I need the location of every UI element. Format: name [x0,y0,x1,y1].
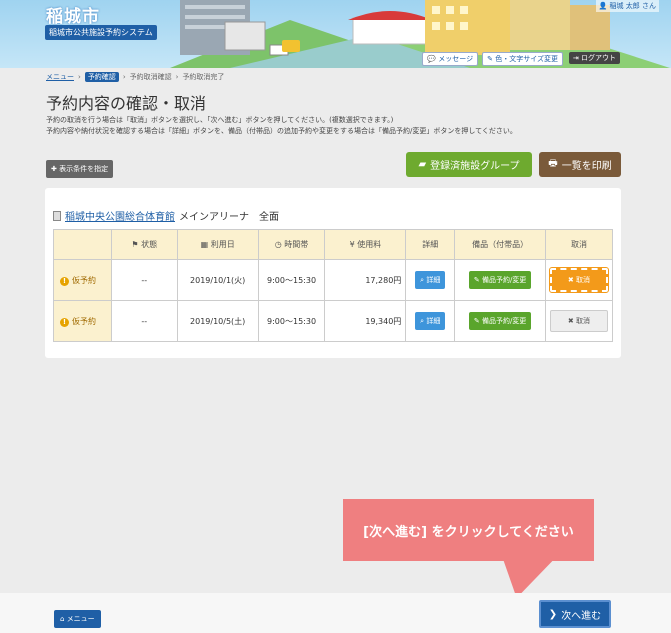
facility-heading: 稲城中央公園総合体育館 メインアリーナ 全面 [53,208,279,223]
flag-icon: ⚑ [131,240,139,249]
reservation-panel: 稲城中央公園総合体育館 メインアリーナ 全面 ⚑ 状態 ▦ 利用日 ◷ 時間帯 … [45,188,621,358]
chevron-right-icon: › [122,73,126,81]
table-header-row: ⚑ 状態 ▦ 利用日 ◷ 時間帯 ¥ 使用料 詳細 備品（付帯品） 取消 [53,229,614,260]
logout-button[interactable]: ⇥ ログアウト [568,52,620,64]
header: 稲城市 稲城市公共施設予約システム 👤 稲城 太郎 さん 💬 メッセージ ✎ 色… [0,0,671,68]
header-time: ◷ 時間帯 [257,229,326,260]
print-list-button[interactable]: 🖶 一覧を印刷 [539,152,621,177]
table-row: ! 仮予約 -- 2019/10/1(火) 9:00～15:30 17,280円 … [53,259,614,301]
cancel-cell: ✖ 取消 [544,259,614,301]
system-name: 稲城市公共施設予約システム [45,25,157,40]
header-date: ▦ 利用日 [176,229,259,260]
folder-icon: ▰ [418,159,427,170]
status-cell: -- [110,300,178,342]
breadcrumb-step: 予約取消確認 [129,73,172,81]
breadcrumb: メニュー › 予約確認 › 予約取消確認 › 予約取消完了 [46,72,224,82]
chevron-right-icon: ❯ [548,608,558,620]
date-cell: 2019/10/1(火) [176,259,259,301]
breadcrumb-current: 予約確認 [84,72,119,82]
cancel-toggle-button[interactable]: ✖ 取消 [548,267,609,293]
search-icon: ⌕ [420,276,425,284]
equipment-cell: ✎ 備品予約/変更 [454,259,546,301]
header-type [53,229,112,260]
facility-group-button[interactable]: ▰ 登録済施設グループ [406,152,532,177]
message-button[interactable]: 💬 メッセージ [422,52,479,66]
detail-cell: ⌕ 詳細 [405,259,456,301]
yen-icon: ¥ [349,240,355,249]
date-cell: 2019/10/5(土) [176,300,259,342]
table-row: ! 仮予約 -- 2019/10/5(土) 9:00～15:30 19,340円 … [53,300,614,342]
header-cancel: 取消 [544,229,614,260]
cancel-toggle-button[interactable]: ✖ 取消 [549,310,608,332]
user-name: 👤 稲城 太郎 さん [595,0,659,12]
reservation-type: ! 仮予約 [53,259,112,301]
warning-icon: ! [60,276,69,286]
time-cell: 9:00～15:30 [257,300,326,342]
reservation-type: ! 仮予約 [53,300,112,342]
building-icon [53,210,61,221]
calendar-icon: ▦ [200,240,209,249]
header-actions: 💬 メッセージ ✎ 色・文字サイズ変更 [422,52,563,66]
detail-button[interactable]: ⌕ 詳細 [415,312,446,330]
logout-wrapper: ⇥ ログアウト [568,52,620,64]
pencil-icon: ✎ [473,276,480,284]
chevron-right-icon: › [175,73,179,81]
page-title: 予約内容の確認・取消 [46,94,207,113]
menu-button[interactable]: ⌂ メニュー [54,610,101,628]
color-text-size-button[interactable]: ✎ 色・文字サイズ変更 [482,52,563,66]
breadcrumb-step: 予約取消完了 [182,73,225,81]
city-name: 稲城市 [46,7,100,27]
equipment-button[interactable]: ✎ 備品予約/変更 [468,312,532,330]
user-icon: 👤 [598,2,608,10]
close-icon: ✖ [567,276,574,284]
instruction-callout: [次へ進む] をクリックしてください [343,499,594,561]
pencil-icon: ✎ [487,55,493,63]
detail-cell: ⌕ 詳細 [405,300,456,342]
close-icon: ✖ [567,317,574,325]
header-equipment: 備品（付帯品） [454,229,546,260]
fee-cell: 17,280円 [324,259,407,301]
equipment-button[interactable]: ✎ 備品予約/変更 [468,271,532,289]
cancel-cell: ✖ 取消 [544,300,614,342]
status-cell: -- [110,259,178,301]
chat-icon: 💬 [427,55,436,63]
warning-icon: ! [60,317,69,327]
header-fee: ¥ 使用料 [324,229,407,260]
pencil-icon: ✎ [473,317,480,325]
next-button[interactable]: ❯ 次へ進む [539,600,611,628]
logout-icon: ⇥ [572,54,579,62]
page-description: 予約の取消を行う場合は「取消」ボタンを選択し、「次へ進む」ボタンを押してください… [46,116,517,135]
breadcrumb-menu[interactable]: メニュー [46,72,74,82]
chevron-right-icon: › [78,73,81,81]
reservation-table: ⚑ 状態 ▦ 利用日 ◷ 時間帯 ¥ 使用料 詳細 備品（付帯品） 取消 ! 仮予… [53,229,614,342]
facility-name[interactable]: 稲城中央公園総合体育館 [65,208,175,223]
search-icon: ⌕ [420,317,425,325]
header-detail: 詳細 [405,229,456,260]
header-status: ⚑ 状態 [110,229,178,260]
home-icon: ⌂ [60,615,65,623]
clock-icon: ◷ [274,240,282,249]
facility-room: メインアリーナ 全面 [179,212,279,223]
fee-cell: 19,340円 [324,300,407,342]
printer-icon: 🖶 [548,158,558,169]
detail-button[interactable]: ⌕ 詳細 [415,271,446,289]
equipment-cell: ✎ 備品予約/変更 [454,300,546,342]
time-cell: 9:00～15:30 [257,259,326,301]
filter-conditions-button[interactable]: ✚ 表示条件を指定 [46,160,114,178]
plus-icon: ✚ [51,165,57,173]
